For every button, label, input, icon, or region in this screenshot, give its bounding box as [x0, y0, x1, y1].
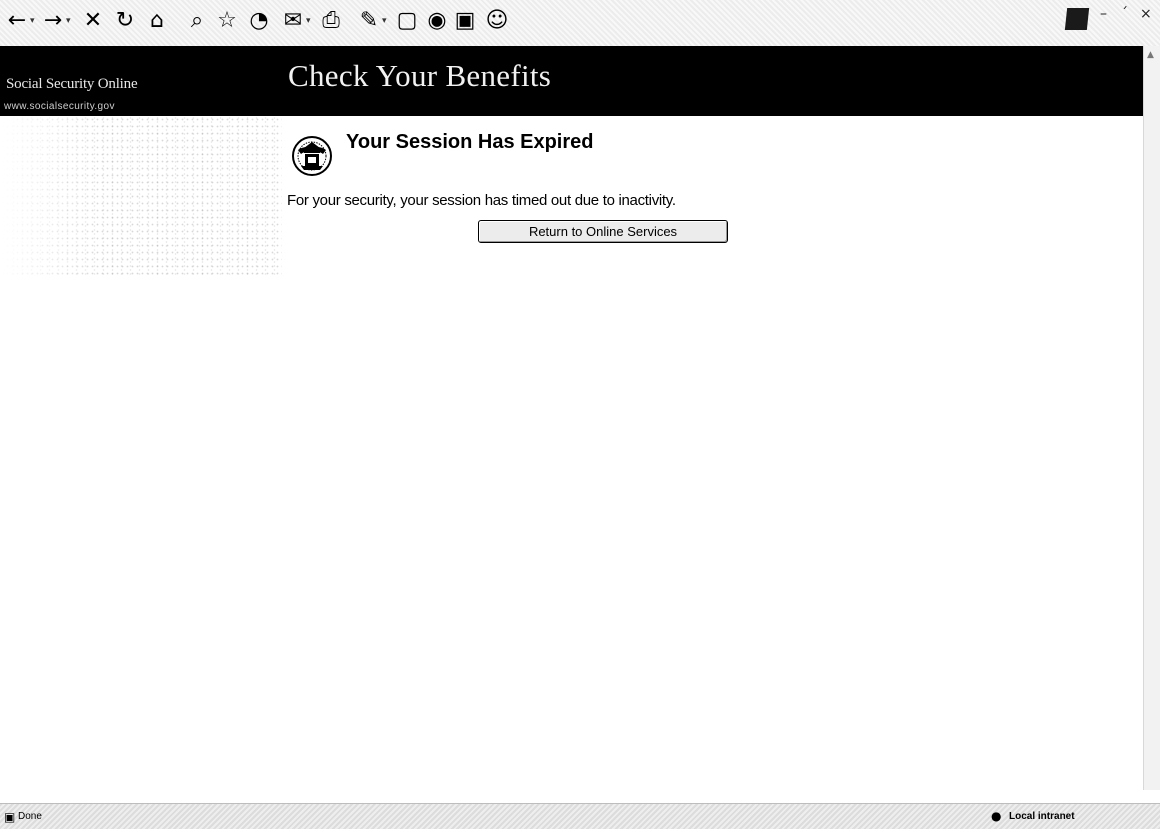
messenger-icon[interactable]: ◉ — [424, 8, 450, 34]
discuss-icon[interactable]: ▢ — [394, 8, 420, 34]
print-icon[interactable]: ⎙ — [318, 8, 344, 34]
banner-title: Check Your Benefits — [288, 58, 552, 93]
forward-icon[interactable]: → — [40, 8, 66, 34]
status-bar: ▣ Done ● Local intranet — [0, 803, 1160, 829]
stop-icon[interactable]: ✕ — [80, 8, 106, 34]
minimize-icon[interactable]: – — [1100, 6, 1107, 22]
page-title: Your Session Has Expired — [346, 131, 594, 153]
forward-dropdown-icon[interactable]: ▾ — [66, 16, 71, 26]
home-icon[interactable]: ⌂ — [144, 8, 170, 34]
mail-dropdown-icon[interactable]: ▾ — [306, 16, 311, 26]
page-icon: ▣ — [4, 810, 16, 824]
edit-icon[interactable]: ✎ — [356, 8, 382, 34]
history-icon[interactable]: ◔ — [246, 8, 272, 34]
edit-dropdown-icon[interactable]: ▾ — [382, 16, 387, 26]
search-icon[interactable]: ⌕ — [184, 8, 210, 34]
back-icon[interactable]: ← — [4, 8, 30, 34]
research-icon[interactable]: ▣ — [452, 8, 478, 34]
intranet-zone-icon: ● — [991, 809, 1002, 823]
refresh-icon[interactable]: ↻ — [112, 8, 138, 34]
session-message: For your security, your session has time… — [287, 192, 676, 209]
return-to-online-services-button[interactable]: Return to Online Services — [478, 220, 728, 243]
site-banner: Social Security Online www.socialsecurit… — [0, 46, 1143, 116]
scroll-up-icon[interactable]: ▲ — [1147, 50, 1154, 60]
maximize-icon[interactable]: ´ — [1121, 6, 1128, 22]
sidebar-decoration — [0, 116, 282, 276]
site-name[interactable]: Social Security Online — [6, 76, 138, 93]
ssa-seal-icon — [292, 136, 332, 176]
vertical-scrollbar[interactable]: ▲ — [1143, 46, 1160, 790]
windows-logo-icon — [1064, 8, 1090, 30]
close-icon[interactable]: × — [1140, 6, 1152, 22]
status-text: Done — [18, 811, 42, 822]
favorites-icon[interactable]: ☆ — [214, 8, 240, 34]
mail-icon[interactable]: ✉ — [280, 8, 306, 34]
back-dropdown-icon[interactable]: ▾ — [30, 16, 35, 26]
users-icon[interactable]: ☺ — [484, 8, 510, 34]
browser-toolbar: ← ▾ → ▾ ✕ ↻ ⌂ ⌕ ☆ ◔ ✉ ▾ ⎙ ✎ ▾ ▢ ◉ ▣ ☺ – … — [0, 0, 1160, 46]
site-url: www.socialsecurity.gov — [4, 101, 115, 112]
security-zone-label[interactable]: Local intranet — [1009, 811, 1075, 822]
